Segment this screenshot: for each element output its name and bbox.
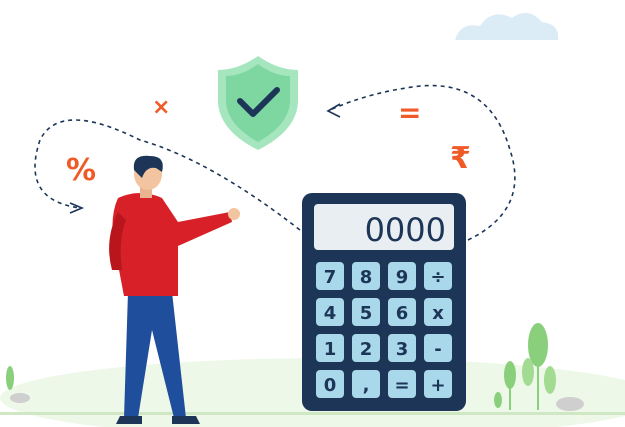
calculator: 0000 7 8 9 ÷ 4 5 6 x 1 2 3 - 0, = + xyxy=(302,193,466,411)
calculator-key: + xyxy=(424,370,452,398)
calculator-key: x xyxy=(424,298,452,326)
calculator-key-label: x xyxy=(432,303,444,324)
calculator-key: ÷ xyxy=(424,262,452,290)
calculator-key: 7 xyxy=(316,262,344,290)
calculator-key: 4 xyxy=(316,298,344,326)
arrow-head-right xyxy=(326,103,341,118)
calculator-key: - xyxy=(424,334,452,362)
calculator-key: 5 xyxy=(352,298,380,326)
calculator-key: , xyxy=(352,370,380,398)
calculator-key: 6 xyxy=(388,298,416,326)
calculator-key-label: - xyxy=(434,339,441,360)
calculator-key-label: 8 xyxy=(360,267,373,288)
shield-check-icon xyxy=(218,56,298,150)
percent-symbol: % xyxy=(66,153,96,188)
calculator-key-label: 7 xyxy=(324,267,337,288)
calculator-key-label: = xyxy=(394,375,409,396)
times-symbol: × xyxy=(152,95,170,120)
rupee-symbol: ₹ xyxy=(450,141,471,176)
calculator-key-label: 2 xyxy=(360,339,373,360)
calculator-key-label: 4 xyxy=(324,303,337,324)
calculator-key: = xyxy=(388,370,416,398)
calculator-key-label: 0 xyxy=(324,375,337,396)
cloud-icon xyxy=(455,12,559,40)
calculator-key: 9 xyxy=(388,262,416,290)
calculator-key: 3 xyxy=(388,334,416,362)
calculator-key: 2 xyxy=(352,334,380,362)
calculator-key-label: 1 xyxy=(324,339,337,360)
calculator-key: 1 xyxy=(316,334,344,362)
calculator-key: 0 xyxy=(316,370,344,398)
calculator-key-label: 5 xyxy=(360,303,373,324)
illustration-stage: × % = ₹ 0000 7 8 9 ÷ 4 5 6 x 1 2 3 - 0, = + xyxy=(0,0,625,427)
ground-line xyxy=(0,412,625,415)
calculator-key-label: ÷ xyxy=(430,267,445,288)
calculator-key-label: 9 xyxy=(396,267,409,288)
calculator-key: 8 xyxy=(352,262,380,290)
calculator-key-label: 3 xyxy=(396,339,409,360)
calculator-key-label: 6 xyxy=(396,303,409,324)
illustration-canvas: × % = ₹ 0000 7 8 9 ÷ 4 5 6 x 1 2 3 - 0, = + xyxy=(0,12,625,427)
calculator-key-label: + xyxy=(430,375,445,396)
calculator-key-label: , xyxy=(363,375,370,396)
equals-symbol: = xyxy=(398,96,421,129)
calculator-display-value: 0000 xyxy=(365,211,446,249)
